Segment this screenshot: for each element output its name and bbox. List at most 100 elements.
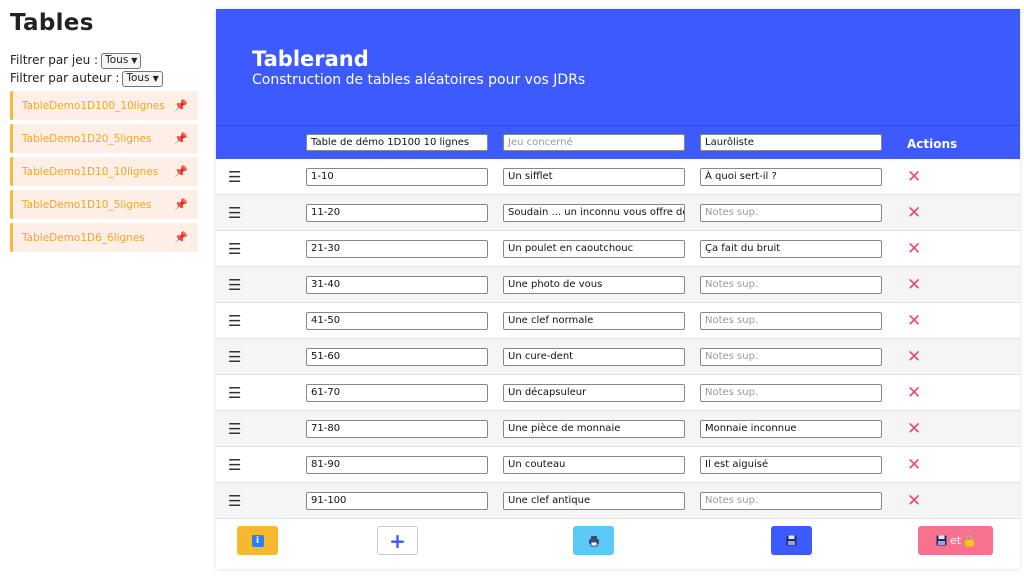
save-icon <box>936 535 947 546</box>
notes-input[interactable]: Ça fait du bruit <box>700 239 882 258</box>
filter-author-select[interactable]: Tous ▼ <box>122 70 163 87</box>
close-icon[interactable]: ✕ <box>907 239 921 259</box>
sidebar-table-name: TableDemo1D20_5lignes <box>22 132 152 145</box>
range-input[interactable]: 71-80 <box>306 419 488 438</box>
table-row: ☰ 51-60 Un cure-dent Notes sup. ✕ <box>216 339 1020 375</box>
table-row: ☰ 21-30 Un poulet en caoutchouc Ça fait du … <box>216 231 1020 267</box>
result-input[interactable]: Une photo de vous <box>503 275 685 294</box>
table-name-input[interactable]: Table de démo 1D100 10 lignes <box>306 134 488 151</box>
app-subtitle: Construction de tables aléatoires pour v… <box>252 72 586 88</box>
result-input[interactable]: Une clef normale <box>503 311 685 330</box>
drag-handle-icon[interactable]: ☰ <box>216 348 306 366</box>
add-row-button[interactable]: + <box>377 526 418 555</box>
save-and-lock-button[interactable]: et <box>918 526 993 555</box>
notes-input[interactable]: Notes sup. <box>700 347 882 366</box>
filter-author-value: Tous <box>126 72 150 84</box>
close-icon[interactable]: ✕ <box>907 203 921 223</box>
close-icon[interactable]: ✕ <box>907 383 921 403</box>
range-input[interactable]: 1-10 <box>306 167 488 186</box>
notes-input[interactable]: Il est aiguisé <box>700 455 882 474</box>
close-icon[interactable]: ✕ <box>907 167 921 187</box>
drag-handle-icon[interactable]: ☰ <box>216 276 306 294</box>
notes-input[interactable]: Notes sup. <box>700 203 882 222</box>
range-input[interactable]: 81-90 <box>306 455 488 474</box>
filter-game-select[interactable]: Tous ▼ <box>101 52 142 69</box>
save-button[interactable] <box>771 526 812 555</box>
pin-icon[interactable]: 📌 <box>174 99 188 112</box>
result-input[interactable]: Un poulet en caoutchouc <box>503 239 685 258</box>
table-row: ☰ 31-40 Une photo de vous Notes sup. ✕ <box>216 267 1020 303</box>
range-input[interactable]: 91-100 <box>306 491 488 510</box>
sidebar-table-item[interactable]: TableDemo1D6_6lignes 📌 <box>10 223 198 252</box>
info-button[interactable]: i <box>237 526 278 555</box>
sidebar-table-item[interactable]: TableDemo1D100_10lignes 📌 <box>10 91 198 120</box>
main-panel: Tablerand Construction de tables aléatoi… <box>216 9 1020 569</box>
close-icon[interactable]: ✕ <box>907 455 921 475</box>
chevron-down-icon: ▼ <box>152 74 159 83</box>
pin-icon[interactable]: 📌 <box>174 231 188 244</box>
sidebar-table-item[interactable]: TableDemo1D10_5lignes 📌 <box>10 190 198 219</box>
result-input[interactable]: Un couteau <box>503 455 685 474</box>
notes-input[interactable]: Monnaie inconnue <box>700 419 882 438</box>
notes-input[interactable]: À quoi sert-il ? <box>700 167 882 186</box>
sidebar-table-name: TableDemo1D10_5lignes <box>22 198 152 211</box>
range-input[interactable]: 11-20 <box>306 203 488 222</box>
notes-input[interactable]: Notes sup. <box>700 383 882 402</box>
drag-handle-icon[interactable]: ☰ <box>216 384 306 402</box>
filter-game-label: Filtrer par jeu : <box>10 53 99 67</box>
close-icon[interactable]: ✕ <box>907 347 921 367</box>
result-input[interactable]: Une clef antique <box>503 491 685 510</box>
pin-icon[interactable]: 📌 <box>174 132 188 145</box>
save-lock-label: et <box>949 534 962 547</box>
close-icon[interactable]: ✕ <box>907 275 921 295</box>
result-input[interactable]: Un cure-dent <box>503 347 685 366</box>
table-row: ☰ 41-50 Une clef normale Notes sup. ✕ <box>216 303 1020 339</box>
table-body: ☰ 1-10 Un sifflet À quoi sert-il ? ✕ ☰ 11-20 So… <box>216 159 1020 519</box>
table-row: ☰ 61-70 Un décapsuleur Notes sup. ✕ <box>216 375 1020 411</box>
drag-handle-icon[interactable]: ☰ <box>216 204 306 222</box>
close-icon[interactable]: ✕ <box>907 491 921 511</box>
range-input[interactable]: 31-40 <box>306 275 488 294</box>
notes-input[interactable]: Notes sup. <box>700 491 882 510</box>
filter-author-label: Filtrer par auteur : <box>10 71 120 85</box>
sidebar-table-name: TableDemo1D100_10lignes <box>22 99 165 112</box>
app-title: Tablerand <box>252 47 369 71</box>
table-row: ☰ 71-80 Une pièce de monnaie Monnaie inconn… <box>216 411 1020 447</box>
close-icon[interactable]: ✕ <box>907 311 921 331</box>
pin-icon[interactable]: 📌 <box>174 198 188 211</box>
drag-handle-icon[interactable]: ☰ <box>216 168 306 186</box>
pin-icon[interactable]: 📌 <box>174 165 188 178</box>
table-row: ☰ 91-100 Une clef antique Notes sup. ✕ <box>216 483 1020 519</box>
print-button[interactable] <box>573 526 614 555</box>
result-input[interactable]: Soudain ... un inconnu vous offre des fl… <box>503 203 685 222</box>
game-input[interactable]: Jeu concerné <box>503 134 685 151</box>
drag-handle-icon[interactable]: ☰ <box>216 420 306 438</box>
drag-handle-icon[interactable]: ☰ <box>216 492 306 510</box>
range-input[interactable]: 61-70 <box>306 383 488 402</box>
actions-header: Actions <box>907 137 958 151</box>
notes-input[interactable]: Notes sup. <box>700 311 882 330</box>
filter-game-row: Filtrer par jeu : Tous ▼ <box>10 52 205 69</box>
drag-handle-icon[interactable]: ☰ <box>216 456 306 474</box>
sidebar-title: Tables <box>10 10 94 36</box>
chevron-down-icon: ▼ <box>131 56 138 65</box>
plus-icon: + <box>389 528 406 553</box>
range-input[interactable]: 41-50 <box>306 311 488 330</box>
sidebar-table-item[interactable]: TableDemo1D20_5lignes 📌 <box>10 124 198 153</box>
table-list: TableDemo1D100_10lignes 📌 TableDemo1D20_5l… <box>10 91 198 252</box>
result-input[interactable]: Un décapsuleur <box>503 383 685 402</box>
drag-handle-icon[interactable]: ☰ <box>216 240 306 258</box>
range-input[interactable]: 51-60 <box>306 347 488 366</box>
drag-handle-icon[interactable]: ☰ <box>216 312 306 330</box>
result-input[interactable]: Un sifflet <box>503 167 685 186</box>
result-input[interactable]: Une pièce de monnaie <box>503 419 685 438</box>
lock-icon <box>965 534 975 546</box>
notes-input[interactable]: Notes sup. <box>700 275 882 294</box>
footer-toolbar: i + et <box>216 519 1020 561</box>
sidebar-table-item[interactable]: TableDemo1D10_10lignes 📌 <box>10 157 198 186</box>
sidebar-table-name: TableDemo1D10_10lignes <box>22 165 159 178</box>
author-input[interactable]: Laurôliste <box>700 134 882 151</box>
range-input[interactable]: 21-30 <box>306 239 488 258</box>
close-icon[interactable]: ✕ <box>907 419 921 439</box>
sidebar-table-name: TableDemo1D6_6lignes <box>22 231 145 244</box>
